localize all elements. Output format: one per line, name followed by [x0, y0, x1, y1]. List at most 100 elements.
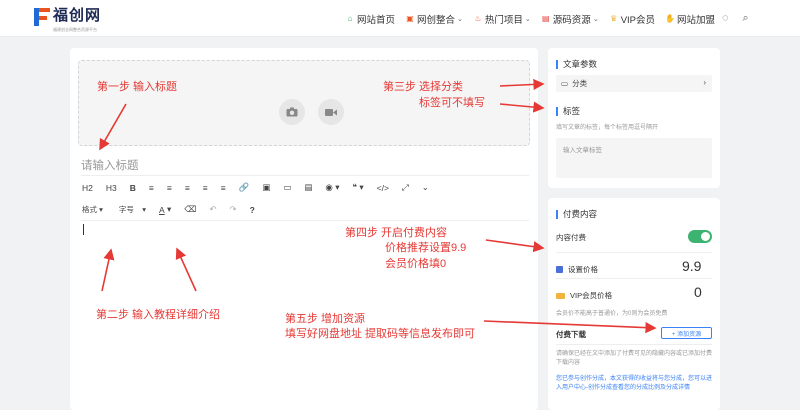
divider — [81, 220, 529, 221]
add-resource-button[interactable]: + 添加资源 — [661, 327, 712, 339]
annotation-step3-a: 第三步 选择分类 — [383, 81, 464, 93]
nav-integration[interactable]: ▣ 网创整合 ⌄ — [405, 12, 463, 26]
revenue-share-note: 您已参与创作分成，本文获得的收益将与您分成，您可以进入用户中心-创作分成查看您的… — [556, 376, 713, 391]
tag-hint: 填写文章的标签，每个标签用逗号隔开 — [556, 125, 659, 131]
clear-format-icon[interactable]: ⌫ — [184, 204, 196, 215]
vip-price-input[interactable]: 0 — [694, 284, 702, 300]
tag-section-title: 标签 — [556, 105, 580, 117]
logo-subtitle: 福建创业网整合资源平台 — [53, 27, 97, 32]
file-icon[interactable]: ▤ — [304, 182, 312, 193]
vip-label-text: VIP会员价格 — [570, 291, 613, 300]
redo-icon[interactable]: ↷ — [229, 204, 236, 215]
nav-vip[interactable]: ♛ VIP会员 — [609, 12, 655, 26]
align-right-icon[interactable]: ≡ — [221, 183, 226, 193]
paid-download-label: 付费下载 — [556, 330, 586, 339]
chevron-down-icon: ⌄ — [524, 15, 531, 23]
h2-button[interactable]: H2 — [82, 183, 93, 193]
format-dropdown[interactable]: 格式 ▾ — [82, 204, 103, 215]
bullet-list-icon[interactable]: ≡ — [149, 183, 154, 193]
help-icon[interactable]: ? — [250, 205, 255, 215]
chevron-down-icon: ⌄ — [592, 15, 599, 23]
content-editor-cursor[interactable] — [83, 224, 84, 235]
video-icon[interactable] — [318, 99, 344, 125]
align-left-icon[interactable]: ≡ — [185, 183, 190, 193]
handshake-icon: ✋ — [665, 14, 675, 23]
price-label-text: 设置价格 — [568, 265, 598, 274]
home-icon: ⌂ — [347, 14, 353, 23]
annotation-step3-b: 标签可不填写 — [419, 97, 485, 109]
h3-button[interactable]: H3 — [106, 183, 117, 193]
image-icon[interactable]: ▣ — [262, 182, 270, 193]
font-size-dropdown[interactable]: 字号 ▾ — [119, 204, 146, 215]
hide-content-icon[interactable]: ◉ ▾ — [325, 182, 339, 193]
folder-icon: ▭ — [561, 79, 569, 88]
site-logo[interactable]: 福创网 福建创业网整合资源平台 — [34, 7, 102, 32]
search-icon[interactable]: ⌕ — [743, 12, 749, 25]
nav-source-code[interactable]: ▤ 源码资源 ⌄ — [541, 12, 599, 26]
price-icon — [556, 266, 563, 273]
nav-label: 源码资源 — [552, 14, 591, 26]
section-title: 文章参数 — [556, 58, 597, 70]
logo-mark-icon — [34, 8, 50, 26]
tag-input[interactable]: 输入文章标签 — [556, 138, 712, 178]
price-label: 设置价格 — [556, 264, 598, 275]
video-insert-icon[interactable]: ▭ — [283, 182, 291, 193]
annotation-step2: 第二步 输入教程详细介绍 — [96, 309, 221, 321]
quote-icon[interactable]: ❝ ▾ — [352, 182, 363, 193]
code-block-icon[interactable]: </> — [377, 183, 389, 193]
annotation-step1: 第一步 输入标题 — [97, 81, 178, 93]
fire-icon: ♨ — [474, 14, 482, 23]
undo-icon[interactable]: ↶ — [209, 204, 216, 215]
nav-label: 网站首页 — [357, 14, 396, 26]
annotation-step4-b: 价格推荐设置9.9 — [385, 242, 467, 254]
font-color-dropdown[interactable]: A ▾ — [159, 204, 171, 215]
link-icon[interactable]: 🔗 — [239, 182, 250, 193]
paid-toggle-label: 内容付费 — [556, 233, 586, 242]
category-selector[interactable]: ▭ 分类 › — [556, 75, 712, 92]
camera-icon[interactable] — [279, 99, 305, 125]
nav-home[interactable]: ⌂ 网站首页 — [345, 12, 395, 26]
category-label: 分类 — [572, 79, 588, 88]
editor-toolbar-main: H2 H3 B ≡ ≡ ≡ ≡ ≡ 🔗 ▣ ▭ ▤ ◉ ▾ ❝ ▾ </> ⤢ … — [82, 182, 442, 193]
ordered-list-icon[interactable]: ≡ — [167, 183, 172, 193]
caret-icon: ▾ — [142, 205, 146, 214]
divider — [556, 252, 712, 253]
section-title: 付费内容 — [556, 208, 597, 220]
main-nav: ⌂ 网站首页 ▣ 网创整合 ⌄ ♨ 热门项目 ⌄ ▤ 源码资源 ⌄ ♛ VIP会… — [345, 0, 725, 37]
price-input[interactable]: 9.9 — [682, 258, 701, 274]
article-params-card: 文章参数 ▭ 分类 › 标签 填写文章的标签，每个标签用逗号隔开 输入文章标签 — [548, 48, 720, 188]
crown-icon: ♛ — [610, 14, 618, 23]
nav-join[interactable]: ✋ 网站加盟 — [665, 12, 715, 26]
chevron-down-icon[interactable]: ⌄ — [422, 182, 429, 193]
fullscreen-icon[interactable]: ⤢ — [402, 182, 409, 193]
tag-placeholder: 输入文章标签 — [563, 147, 602, 154]
annotation-step4-c: 会员价格填0 — [385, 258, 447, 270]
annotation-step5-a: 第五步 增加资源 — [285, 313, 366, 325]
vip-price-hint: 会员价不能高于普通价，为0则为会员免费 — [556, 311, 668, 317]
nav-hot-projects[interactable]: ♨ 热门项目 ⌄ — [473, 12, 531, 26]
divider — [81, 175, 529, 176]
title-input[interactable]: 请输入标题 — [81, 157, 139, 173]
align-center-icon[interactable]: ≡ — [203, 183, 208, 193]
caret-icon: ▾ — [99, 205, 103, 214]
chevron-down-icon: ⌄ — [457, 15, 463, 23]
paid-content-note: 请确保已经在文中添加了付费可见的隐藏内容或已添加付费下载内容 — [556, 351, 713, 366]
vip-price-label: VIP会员价格 — [556, 290, 612, 301]
divider — [556, 278, 712, 279]
bold-button[interactable]: B — [130, 183, 136, 193]
logo-text: 福创网 — [53, 7, 102, 24]
editor-toolbar-format: 格式 ▾ 字号 ▾ A ▾ ⌫ ↶ ↷ ? — [82, 204, 268, 215]
nav-label: 网站加盟 — [677, 14, 716, 26]
font-color-label: A — [158, 204, 165, 215]
nav-label: 网创整合 — [417, 14, 456, 26]
top-header: 福创网 福建创业网整合资源平台 ⌂ 网站首页 ▣ 网创整合 ⌄ ♨ 热门项目 ⌄… — [0, 0, 800, 37]
vip-icon — [556, 292, 565, 299]
paid-toggle[interactable] — [688, 230, 712, 243]
annotation-step5-b: 填写好网盘地址 提取码等信息发布即可 — [285, 328, 476, 340]
caret-icon: ▾ — [167, 204, 172, 214]
section-title-text: 文章参数 — [563, 59, 598, 69]
format-label: 格式 — [82, 205, 97, 214]
bulb-icon[interactable]: ◌ — [722, 12, 729, 25]
code-icon: ▤ — [542, 14, 550, 23]
paid-content-card: 付费内容 内容付费 设置价格 9.9 VIP会员价格 0 会员价不能高于普通价，… — [548, 198, 720, 410]
